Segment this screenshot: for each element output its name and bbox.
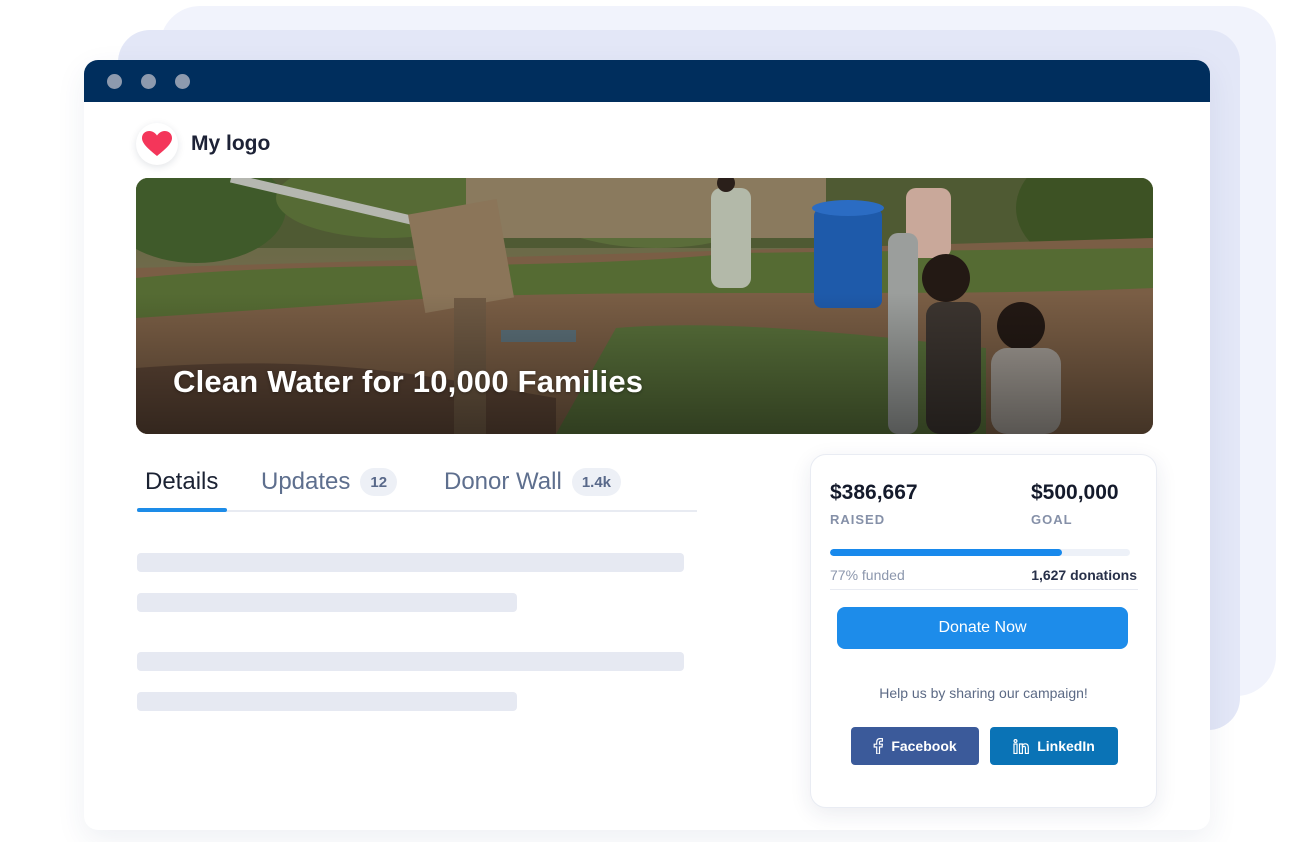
window-dot-close[interactable] (107, 74, 122, 89)
linkedin-share-button[interactable]: LinkedIn (990, 727, 1118, 765)
goal-label: GOAL (1031, 512, 1073, 527)
tab-label: Updates (261, 468, 351, 495)
facebook-label: Facebook (891, 738, 957, 754)
donation-card: $386,667 RAISED $500,000 GOAL 77% funded… (810, 454, 1157, 808)
facebook-icon (873, 738, 884, 754)
share-prompt: Help us by sharing our campaign! (879, 685, 1088, 701)
tab-details[interactable]: Details (145, 454, 218, 510)
skeleton-line (137, 652, 684, 671)
skeleton-line (137, 692, 517, 711)
donation-count: 1,627 donations (1031, 567, 1137, 583)
facebook-share-button[interactable]: Facebook (851, 727, 979, 765)
tab-count-badge: 12 (360, 468, 398, 496)
donate-now-button[interactable]: Donate Now (837, 607, 1128, 649)
heart-icon (136, 123, 178, 165)
tab-updates[interactable]: Updates 12 (261, 454, 398, 510)
linkedin-label: LinkedIn (1037, 738, 1095, 754)
window-titlebar (84, 60, 1210, 102)
skeleton-line (137, 553, 684, 572)
goal-amount: $500,000 (1031, 481, 1119, 504)
tab-label: Details (145, 468, 219, 495)
tab-count-badge: 1.4k (571, 468, 622, 496)
active-tab-indicator (137, 508, 227, 512)
raised-amount: $386,667 (830, 481, 918, 504)
raised-label: RAISED (830, 512, 886, 527)
tab-bar: Details Updates 12 Donor Wall 1.4k (137, 454, 697, 512)
tab-label: Donor Wall (444, 468, 562, 495)
funding-progress-fill (830, 549, 1062, 556)
campaign-title: Clean Water for 10,000 Families (173, 364, 644, 399)
funding-progress-bar (830, 549, 1130, 556)
tab-donor-wall[interactable]: Donor Wall 1.4k (444, 454, 622, 510)
logo-text: My logo (191, 132, 271, 155)
window-dot-minimize[interactable] (141, 74, 156, 89)
funded-percent: 77% funded (830, 567, 905, 583)
skeleton-line (137, 593, 517, 612)
linkedin-icon (1013, 738, 1030, 754)
window-dot-maximize[interactable] (175, 74, 190, 89)
browser-window: My logo Clean Water for 10,000 Families … (84, 60, 1210, 830)
hero-banner: Clean Water for 10,000 Families (136, 178, 1153, 434)
logo[interactable]: My logo (136, 122, 270, 166)
card-divider (830, 589, 1138, 590)
